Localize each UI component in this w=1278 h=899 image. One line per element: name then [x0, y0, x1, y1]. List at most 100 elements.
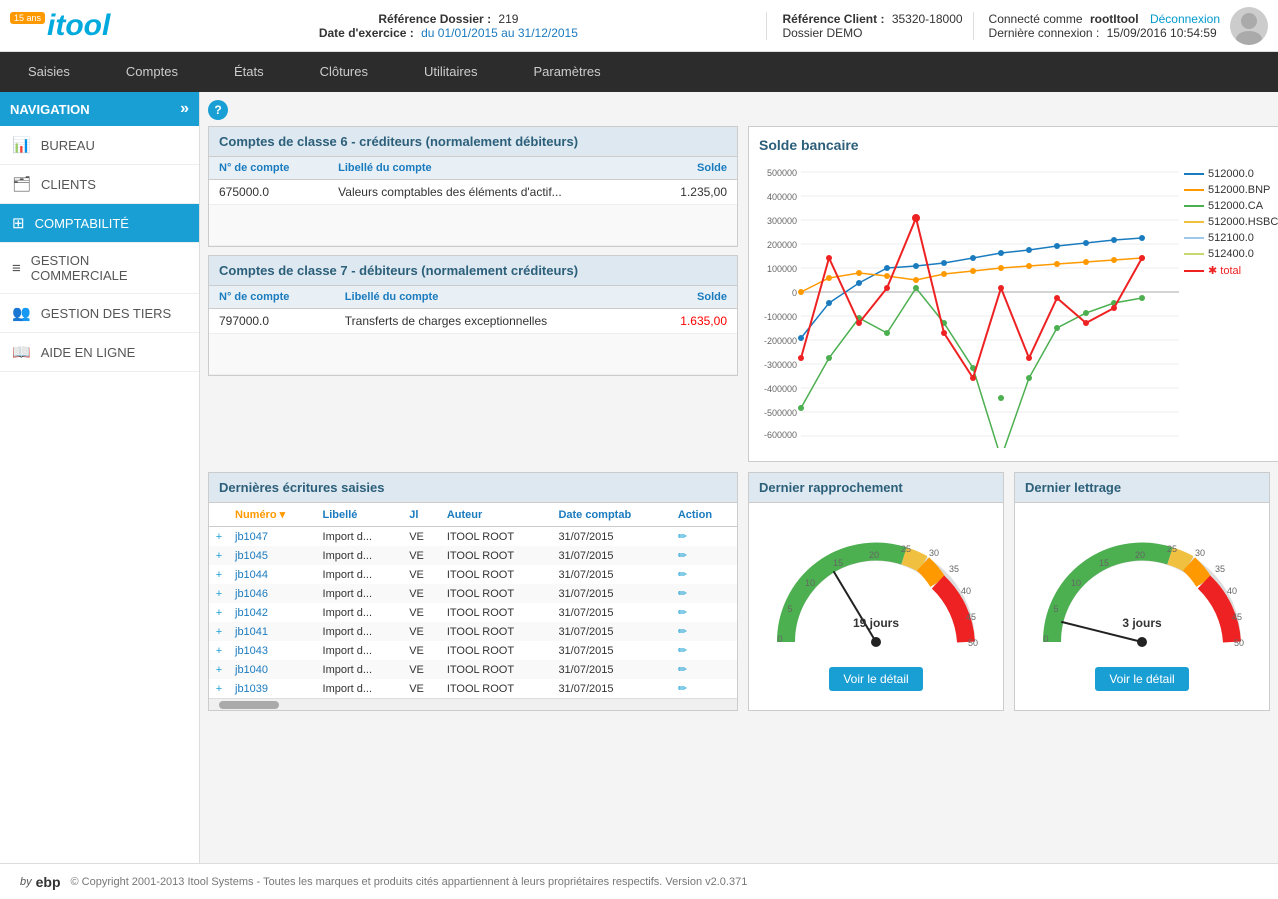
cell-action[interactable]: ✏ — [672, 622, 737, 641]
sidebar-item-aide-ligne[interactable]: 📖 AIDE EN LIGNE — [0, 333, 199, 372]
sidebar-item-clients[interactable]: 🗂 CLIENTS — [0, 165, 199, 204]
legend-512000-icon — [1184, 173, 1204, 175]
svg-text:30: 30 — [929, 548, 939, 558]
cell-action[interactable]: ✏ — [672, 584, 737, 603]
svg-text:15: 15 — [1099, 558, 1109, 568]
expand-cell[interactable]: + — [209, 527, 229, 547]
th-date[interactable]: Date comptab — [552, 503, 671, 527]
nav-etats[interactable]: États — [206, 52, 292, 92]
cell-action[interactable]: ✏ — [672, 527, 737, 547]
svg-text:-600000: -600000 — [764, 430, 797, 440]
clients-icon: 🗂 — [12, 175, 31, 193]
lettrage-panel: Dernier lettrage — [1014, 472, 1270, 711]
chart-legend: 512000.0 512000.BNP 512000.CA 51200 — [1184, 158, 1278, 451]
svg-text:500000: 500000 — [767, 168, 797, 178]
col-numero: N° de compte — [209, 157, 328, 180]
chart-icon: 📊 — [12, 136, 31, 154]
ref-client-label: Référence Client : — [782, 12, 884, 26]
sidebar-item-comptabilite[interactable]: ⊞ COMPTABILITÉ — [0, 204, 199, 243]
cell-action[interactable]: ✏ — [672, 660, 737, 679]
expand-cell[interactable]: + — [209, 622, 229, 641]
th-libelle[interactable]: Libellé — [317, 503, 404, 527]
th-action: Action — [672, 503, 737, 527]
table-row: + jb1040 Import d... VE ITOOL ROOT 31/07… — [209, 660, 737, 679]
nav-parametres[interactable]: Paramètres — [505, 52, 628, 92]
expand-cell[interactable]: + — [209, 603, 229, 622]
sidebar-title: NAVIGATION — [10, 102, 90, 117]
th-numero[interactable]: Numéro ▾ — [229, 503, 317, 527]
cell-action[interactable]: ✏ — [672, 641, 737, 660]
nav-clotures[interactable]: Clôtures — [292, 52, 396, 92]
sidebar-item-bureau[interactable]: 📊 BUREAU — [0, 126, 199, 165]
nav-comptes[interactable]: Comptes — [98, 52, 206, 92]
entries-panel: Dernières écritures saisies Numéro ▾ Lib… — [208, 472, 738, 711]
help-icon[interactable]: ? — [208, 100, 228, 120]
nav-saisies[interactable]: Saisies — [0, 52, 98, 92]
th-auteur[interactable]: Auteur — [441, 503, 553, 527]
cell-libelle: Import d... — [317, 546, 404, 565]
legend-total-label: ✱ total — [1208, 264, 1241, 277]
rapprochement-panel: Dernier rapprochement — [748, 472, 1004, 711]
main-navbar: Saisies Comptes États Clôtures Utilitair… — [0, 52, 1278, 92]
sidebar-item-gestion-tiers[interactable]: 👥 GESTION DES TIERS — [0, 294, 199, 333]
expand-cell[interactable]: + — [209, 641, 229, 660]
cell-auteur: ITOOL ROOT — [441, 660, 553, 679]
svg-text:0: 0 — [777, 634, 782, 644]
scroll-bar[interactable] — [209, 698, 737, 710]
svg-text:-300000: -300000 — [764, 360, 797, 370]
grid-icon: ⊞ — [12, 214, 25, 232]
sidebar-item-aide-ligne-label: AIDE EN LIGNE — [41, 345, 136, 360]
cell-action[interactable]: ✏ — [672, 603, 737, 622]
legend-bnp: 512000.BNP — [1184, 184, 1278, 196]
expand-cell[interactable]: + — [209, 584, 229, 603]
table-row: + jb1041 Import d... VE ITOOL ROOT 31/07… — [209, 622, 737, 641]
cell-num: jb1046 — [229, 584, 317, 603]
book-icon: 📖 — [12, 343, 31, 361]
svg-text:45: 45 — [966, 612, 976, 622]
col7-numero: N° de compte — [209, 286, 335, 309]
cell-auteur: ITOOL ROOT — [441, 546, 553, 565]
svg-text:100000: 100000 — [767, 264, 797, 274]
svg-text:5: 5 — [787, 604, 792, 614]
sidebar-collapse-icon[interactable]: » — [180, 100, 189, 118]
th-jl[interactable]: Jl — [403, 503, 441, 527]
right-column: Solde bancaire 500000 400000 300000 2000… — [748, 126, 1278, 462]
expand-cell[interactable]: + — [209, 679, 229, 698]
cell-action[interactable]: ✏ — [672, 546, 737, 565]
last-login-value: 15/09/2016 10:54:59 — [1107, 26, 1217, 40]
user-info: Connecté comme rootItool Déconnexion Der… — [973, 12, 1220, 40]
lettrage-voir-detail-btn[interactable]: Voir le détail — [1095, 667, 1188, 691]
table-row: + jb1044 Import d... VE ITOOL ROOT 31/07… — [209, 565, 737, 584]
nav-utilitaires[interactable]: Utilitaires — [396, 52, 505, 92]
sidebar-item-gestion-commerciale[interactable]: ≡ GESTION COMMERCIALE — [0, 243, 199, 294]
svg-text:0: 0 — [792, 288, 797, 298]
app-header: 15 ans itool Référence Dossier : 219 Dat… — [0, 0, 1278, 52]
spacer-row2 — [209, 334, 737, 375]
cell-libelle: Import d... — [317, 527, 404, 547]
cell-action[interactable]: ✏ — [672, 565, 737, 584]
cell-auteur: ITOOL ROOT — [441, 641, 553, 660]
cell-libelle: Import d... — [317, 565, 404, 584]
cell-jl: VE — [403, 660, 441, 679]
menu-icon: ≡ — [12, 260, 21, 277]
svg-text:300000: 300000 — [767, 216, 797, 226]
cell-action[interactable]: ✏ — [672, 679, 737, 698]
table-row: + jb1039 Import d... VE ITOOL ROOT 31/07… — [209, 679, 737, 698]
legend-bnp-label: 512000.BNP — [1208, 184, 1270, 196]
sidebar: NAVIGATION » 📊 BUREAU 🗂 CLIENTS ⊞ COMPTA… — [0, 92, 200, 863]
logo-years-badge: 15 ans — [10, 12, 45, 24]
spacer-row — [209, 205, 737, 246]
svg-text:19 jours: 19 jours — [853, 616, 899, 630]
footer-logo: by ebp — [20, 874, 61, 890]
cell-num: jb1041 — [229, 622, 317, 641]
rapprochement-voir-detail-btn[interactable]: Voir le détail — [829, 667, 922, 691]
cell-numero: 675000.0 — [209, 180, 328, 205]
svg-text:5: 5 — [1053, 604, 1058, 614]
expand-cell[interactable]: + — [209, 546, 229, 565]
deconnexion-link[interactable]: Déconnexion — [1150, 12, 1220, 26]
expand-cell[interactable]: + — [209, 565, 229, 584]
expand-cell[interactable]: + — [209, 660, 229, 679]
logo: itool — [47, 9, 110, 43]
th-expand — [209, 503, 229, 527]
legend-512400-icon — [1184, 253, 1204, 255]
